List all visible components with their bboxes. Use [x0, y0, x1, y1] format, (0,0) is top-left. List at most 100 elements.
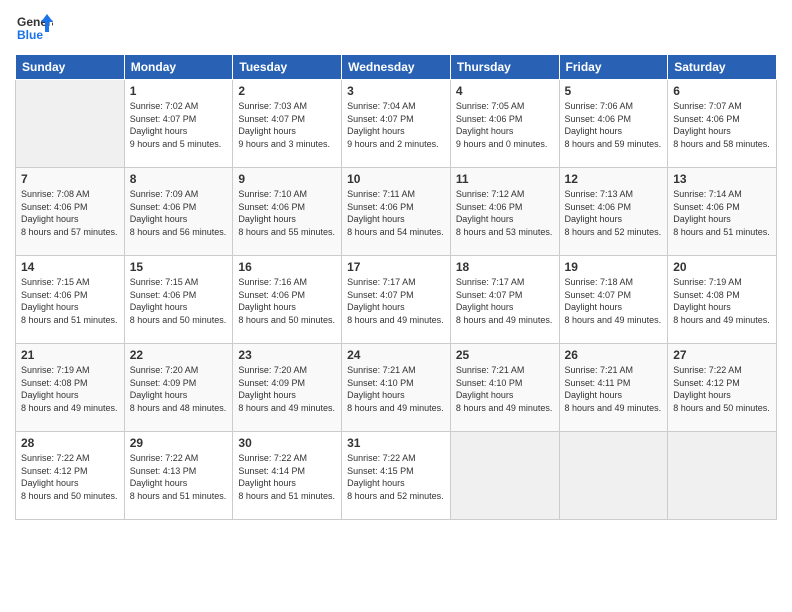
- day-number: 8: [130, 172, 228, 186]
- day-cell: 4 Sunrise: 7:05 AM Sunset: 4:06 PM Dayli…: [450, 80, 559, 168]
- day-cell: 20 Sunrise: 7:19 AM Sunset: 4:08 PM Dayl…: [668, 256, 777, 344]
- day-cell: 25 Sunrise: 7:21 AM Sunset: 4:10 PM Dayl…: [450, 344, 559, 432]
- day-cell: 8 Sunrise: 7:09 AM Sunset: 4:06 PM Dayli…: [124, 168, 233, 256]
- day-number: 28: [21, 436, 119, 450]
- day-number: 11: [456, 172, 554, 186]
- day-info: Sunrise: 7:06 AM Sunset: 4:06 PM Dayligh…: [565, 100, 663, 150]
- day-cell: 12 Sunrise: 7:13 AM Sunset: 4:06 PM Dayl…: [559, 168, 668, 256]
- weekday-header-friday: Friday: [559, 55, 668, 80]
- day-info: Sunrise: 7:16 AM Sunset: 4:06 PM Dayligh…: [238, 276, 336, 326]
- day-cell: 23 Sunrise: 7:20 AM Sunset: 4:09 PM Dayl…: [233, 344, 342, 432]
- day-number: 25: [456, 348, 554, 362]
- day-info: Sunrise: 7:21 AM Sunset: 4:10 PM Dayligh…: [456, 364, 554, 414]
- day-info: Sunrise: 7:02 AM Sunset: 4:07 PM Dayligh…: [130, 100, 228, 150]
- day-number: 30: [238, 436, 336, 450]
- day-info: Sunrise: 7:15 AM Sunset: 4:06 PM Dayligh…: [130, 276, 228, 326]
- weekday-header-sunday: Sunday: [16, 55, 125, 80]
- day-info: Sunrise: 7:18 AM Sunset: 4:07 PM Dayligh…: [565, 276, 663, 326]
- week-row-3: 14 Sunrise: 7:15 AM Sunset: 4:06 PM Dayl…: [16, 256, 777, 344]
- calendar-header: General Blue: [15, 10, 777, 48]
- day-cell: 1 Sunrise: 7:02 AM Sunset: 4:07 PM Dayli…: [124, 80, 233, 168]
- weekday-header-row: SundayMondayTuesdayWednesdayThursdayFrid…: [16, 55, 777, 80]
- day-number: 6: [673, 84, 771, 98]
- day-cell: 15 Sunrise: 7:15 AM Sunset: 4:06 PM Dayl…: [124, 256, 233, 344]
- calendar-container: General Blue SundayMondayTuesdayWednesda…: [0, 0, 792, 530]
- day-number: 17: [347, 260, 445, 274]
- calendar-table: SundayMondayTuesdayWednesdayThursdayFrid…: [15, 54, 777, 520]
- day-number: 14: [21, 260, 119, 274]
- weekday-header-wednesday: Wednesday: [342, 55, 451, 80]
- day-number: 7: [21, 172, 119, 186]
- day-number: 22: [130, 348, 228, 362]
- day-number: 3: [347, 84, 445, 98]
- day-cell: 3 Sunrise: 7:04 AM Sunset: 4:07 PM Dayli…: [342, 80, 451, 168]
- day-number: 9: [238, 172, 336, 186]
- day-number: 13: [673, 172, 771, 186]
- day-info: Sunrise: 7:05 AM Sunset: 4:06 PM Dayligh…: [456, 100, 554, 150]
- week-row-5: 28 Sunrise: 7:22 AM Sunset: 4:12 PM Dayl…: [16, 432, 777, 520]
- day-cell: [559, 432, 668, 520]
- weekday-header-tuesday: Tuesday: [233, 55, 342, 80]
- day-info: Sunrise: 7:12 AM Sunset: 4:06 PM Dayligh…: [456, 188, 554, 238]
- day-info: Sunrise: 7:07 AM Sunset: 4:06 PM Dayligh…: [673, 100, 771, 150]
- day-info: Sunrise: 7:09 AM Sunset: 4:06 PM Dayligh…: [130, 188, 228, 238]
- day-cell: 28 Sunrise: 7:22 AM Sunset: 4:12 PM Dayl…: [16, 432, 125, 520]
- day-info: Sunrise: 7:17 AM Sunset: 4:07 PM Dayligh…: [347, 276, 445, 326]
- day-info: Sunrise: 7:19 AM Sunset: 4:08 PM Dayligh…: [673, 276, 771, 326]
- day-cell: 26 Sunrise: 7:21 AM Sunset: 4:11 PM Dayl…: [559, 344, 668, 432]
- day-cell: [450, 432, 559, 520]
- day-number: 23: [238, 348, 336, 362]
- day-number: 21: [21, 348, 119, 362]
- logo: General Blue: [15, 10, 53, 48]
- day-info: Sunrise: 7:22 AM Sunset: 4:13 PM Dayligh…: [130, 452, 228, 502]
- day-info: Sunrise: 7:22 AM Sunset: 4:15 PM Dayligh…: [347, 452, 445, 502]
- svg-text:Blue: Blue: [17, 28, 43, 42]
- day-info: Sunrise: 7:22 AM Sunset: 4:12 PM Dayligh…: [673, 364, 771, 414]
- day-info: Sunrise: 7:19 AM Sunset: 4:08 PM Dayligh…: [21, 364, 119, 414]
- day-info: Sunrise: 7:03 AM Sunset: 4:07 PM Dayligh…: [238, 100, 336, 150]
- day-cell: 31 Sunrise: 7:22 AM Sunset: 4:15 PM Dayl…: [342, 432, 451, 520]
- day-cell: 27 Sunrise: 7:22 AM Sunset: 4:12 PM Dayl…: [668, 344, 777, 432]
- day-cell: 10 Sunrise: 7:11 AM Sunset: 4:06 PM Dayl…: [342, 168, 451, 256]
- day-number: 29: [130, 436, 228, 450]
- day-cell: 21 Sunrise: 7:19 AM Sunset: 4:08 PM Dayl…: [16, 344, 125, 432]
- day-number: 15: [130, 260, 228, 274]
- day-number: 10: [347, 172, 445, 186]
- weekday-header-saturday: Saturday: [668, 55, 777, 80]
- day-cell: 11 Sunrise: 7:12 AM Sunset: 4:06 PM Dayl…: [450, 168, 559, 256]
- day-info: Sunrise: 7:04 AM Sunset: 4:07 PM Dayligh…: [347, 100, 445, 150]
- day-number: 26: [565, 348, 663, 362]
- day-number: 19: [565, 260, 663, 274]
- day-number: 27: [673, 348, 771, 362]
- day-number: 24: [347, 348, 445, 362]
- day-number: 16: [238, 260, 336, 274]
- day-number: 5: [565, 84, 663, 98]
- day-info: Sunrise: 7:10 AM Sunset: 4:06 PM Dayligh…: [238, 188, 336, 238]
- week-row-2: 7 Sunrise: 7:08 AM Sunset: 4:06 PM Dayli…: [16, 168, 777, 256]
- day-info: Sunrise: 7:15 AM Sunset: 4:06 PM Dayligh…: [21, 276, 119, 326]
- day-info: Sunrise: 7:22 AM Sunset: 4:14 PM Dayligh…: [238, 452, 336, 502]
- day-cell: 9 Sunrise: 7:10 AM Sunset: 4:06 PM Dayli…: [233, 168, 342, 256]
- day-cell: 29 Sunrise: 7:22 AM Sunset: 4:13 PM Dayl…: [124, 432, 233, 520]
- weekday-header-monday: Monday: [124, 55, 233, 80]
- day-info: Sunrise: 7:20 AM Sunset: 4:09 PM Dayligh…: [130, 364, 228, 414]
- day-cell: 24 Sunrise: 7:21 AM Sunset: 4:10 PM Dayl…: [342, 344, 451, 432]
- day-info: Sunrise: 7:14 AM Sunset: 4:06 PM Dayligh…: [673, 188, 771, 238]
- day-cell: 19 Sunrise: 7:18 AM Sunset: 4:07 PM Dayl…: [559, 256, 668, 344]
- weekday-header-thursday: Thursday: [450, 55, 559, 80]
- day-cell: [16, 80, 125, 168]
- day-info: Sunrise: 7:11 AM Sunset: 4:06 PM Dayligh…: [347, 188, 445, 238]
- day-cell: 13 Sunrise: 7:14 AM Sunset: 4:06 PM Dayl…: [668, 168, 777, 256]
- day-cell: 30 Sunrise: 7:22 AM Sunset: 4:14 PM Dayl…: [233, 432, 342, 520]
- day-cell: 16 Sunrise: 7:16 AM Sunset: 4:06 PM Dayl…: [233, 256, 342, 344]
- day-cell: 22 Sunrise: 7:20 AM Sunset: 4:09 PM Dayl…: [124, 344, 233, 432]
- day-info: Sunrise: 7:20 AM Sunset: 4:09 PM Dayligh…: [238, 364, 336, 414]
- day-info: Sunrise: 7:13 AM Sunset: 4:06 PM Dayligh…: [565, 188, 663, 238]
- day-info: Sunrise: 7:21 AM Sunset: 4:11 PM Dayligh…: [565, 364, 663, 414]
- day-cell: 18 Sunrise: 7:17 AM Sunset: 4:07 PM Dayl…: [450, 256, 559, 344]
- day-cell: [668, 432, 777, 520]
- day-number: 18: [456, 260, 554, 274]
- day-cell: 14 Sunrise: 7:15 AM Sunset: 4:06 PM Dayl…: [16, 256, 125, 344]
- day-info: Sunrise: 7:21 AM Sunset: 4:10 PM Dayligh…: [347, 364, 445, 414]
- logo-svg: General Blue: [15, 10, 53, 48]
